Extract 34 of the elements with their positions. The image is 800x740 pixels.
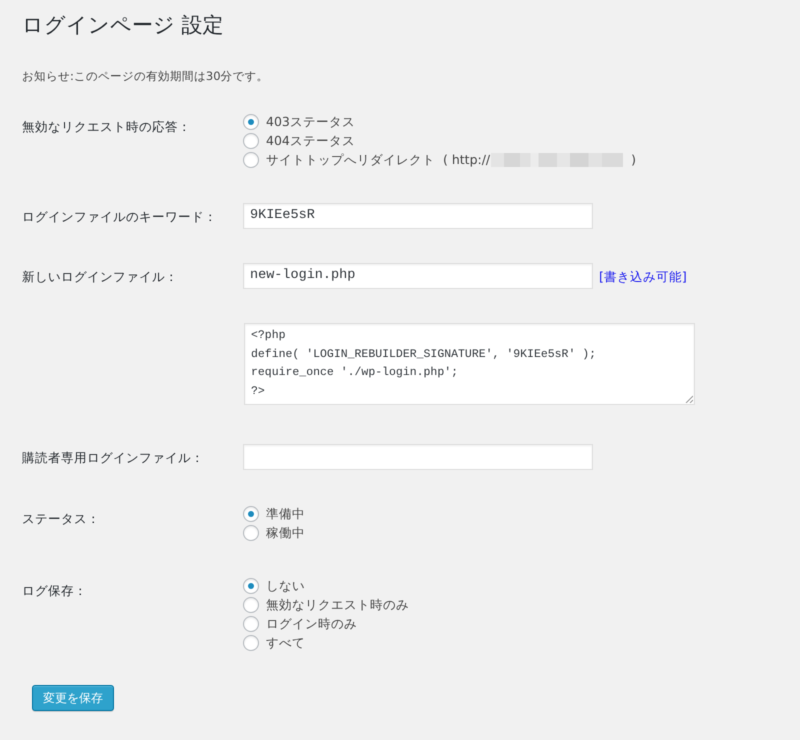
notice-text: お知らせ:このページの有効期間は30分です。 (22, 68, 269, 85)
radio-button[interactable] (243, 634, 259, 650)
radio-label: しない (266, 577, 305, 595)
radio-label: 404ステータス (266, 132, 355, 150)
radio-button[interactable] (243, 578, 259, 594)
radio-label: 稼働中 (266, 524, 305, 542)
setting-label: 購読者専用ログインファイル： (22, 448, 204, 466)
radio-button[interactable] (243, 114, 259, 130)
page-title: ログインページ 設定 (22, 12, 224, 39)
radio-button[interactable] (243, 506, 259, 522)
text-input[interactable]: new-login.php (243, 263, 593, 289)
radio-label: 403ステータス (266, 113, 355, 131)
setting-label: ログインファイルのキーワード： (22, 208, 217, 226)
setting-label: ステータス： (22, 510, 100, 528)
radio-button[interactable] (243, 616, 259, 632)
setting-label: 新しいログインファイル： (22, 268, 178, 286)
setting-label: ログ保存： (22, 582, 87, 600)
radio-label: すべて (266, 634, 305, 652)
paren-text: ) (631, 151, 636, 169)
radio-label: サイトトップへリダイレクト (266, 151, 435, 169)
writable-link[interactable]: [書き込み可能] (599, 266, 687, 286)
radio-button[interactable] (243, 132, 259, 148)
text-input[interactable] (243, 444, 593, 470)
text-input[interactable]: 9KIEe5sR (243, 203, 593, 229)
resize-grip-icon[interactable] (685, 395, 693, 403)
radio-label: 準備中 (266, 505, 305, 523)
code-textarea[interactable]: <?php define( 'LOGIN_REBUILDER_SIGNATURE', '9KIEe5sR' ); require_once './wp-login.php'; ?> (244, 323, 695, 405)
setting-label: 無効なリクエスト時の応答： (22, 118, 191, 136)
radio-label: ログイン時のみ (266, 615, 357, 633)
radio-label: 無効なリクエスト時のみ (266, 596, 409, 614)
radio-button[interactable] (243, 152, 259, 168)
url-text: ( http:// (443, 151, 490, 169)
radio-button[interactable] (243, 524, 259, 540)
radio-button[interactable] (243, 596, 259, 612)
